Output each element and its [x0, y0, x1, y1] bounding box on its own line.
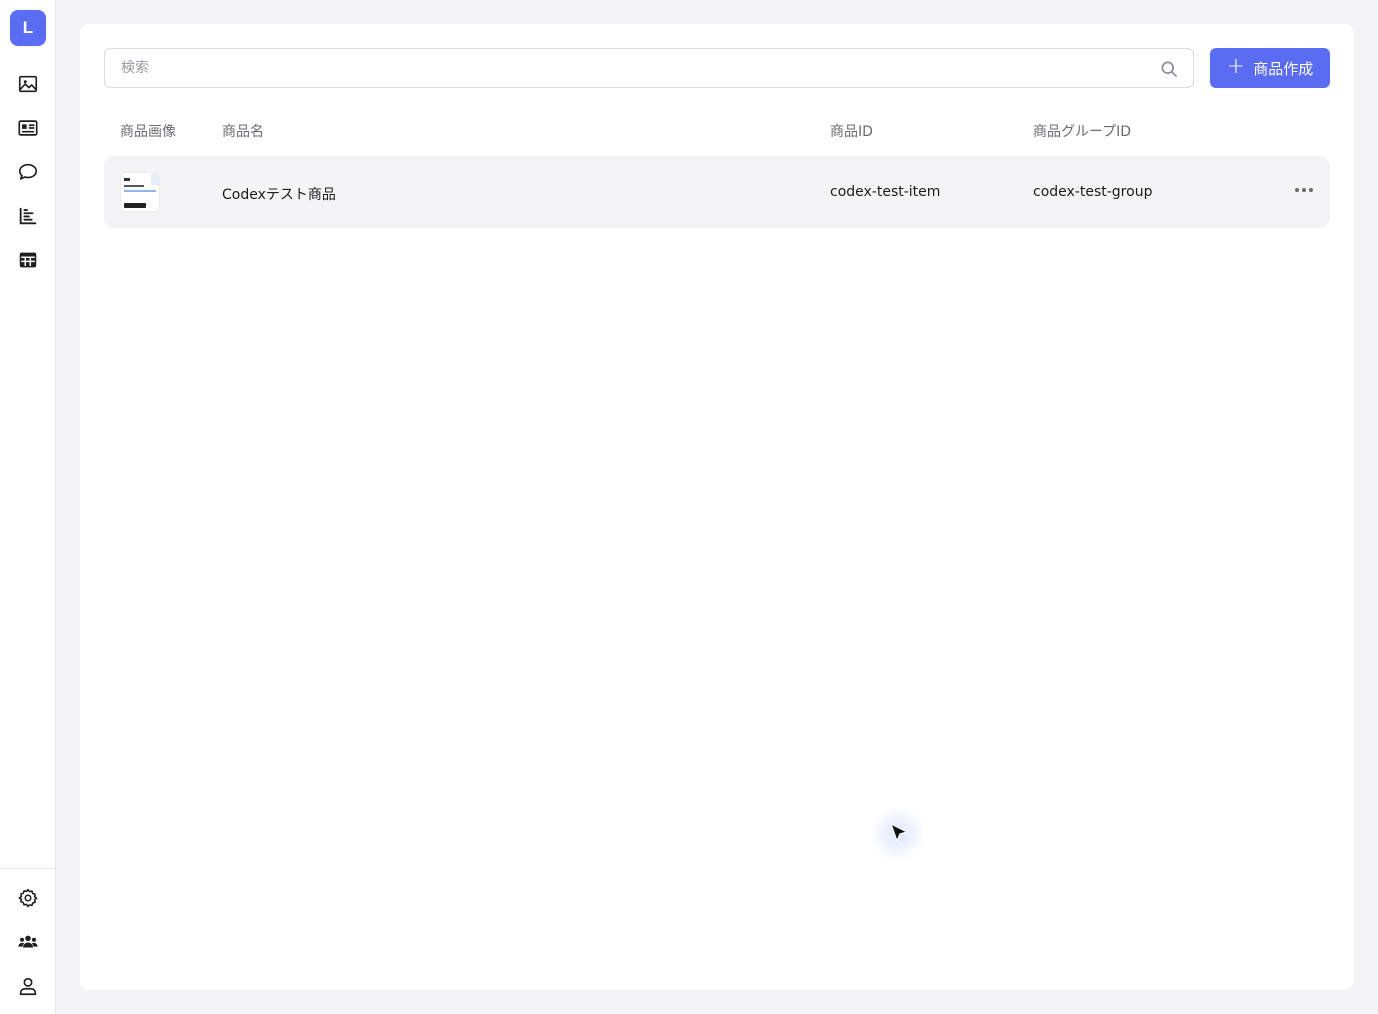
plus-icon: +	[1226, 54, 1246, 79]
chat-bubble-icon[interactable]	[14, 158, 42, 186]
table-row[interactable]: Codexテスト商品 codex-test-item codex-test-gr…	[104, 156, 1330, 228]
product-group-id-cell: codex-test-group	[1033, 184, 1153, 200]
header-product-group-id: 商品グループID	[1033, 124, 1132, 140]
header-product-id: 商品ID	[830, 124, 873, 140]
sidebar-divider	[0, 868, 55, 869]
bar-chart-icon[interactable]	[14, 202, 42, 230]
workspace-avatar-button[interactable]: L	[10, 10, 46, 46]
mouse-cursor-icon	[890, 823, 908, 842]
user-icon[interactable]	[14, 972, 42, 1000]
users-icon[interactable]	[14, 928, 42, 956]
table-grid-icon[interactable]	[14, 246, 42, 274]
header-product-name: 商品名	[222, 124, 264, 140]
gear-icon[interactable]	[14, 884, 42, 912]
create-product-button[interactable]: + 商品作成	[1210, 48, 1330, 88]
product-list-card: + 商品作成 商品画像 商品名 商品ID 商品グループID Codexテスト商品…	[80, 24, 1354, 990]
more-options-icon[interactable]	[1292, 180, 1316, 200]
search-input[interactable]	[105, 49, 1193, 87]
search-icon[interactable]	[1159, 59, 1179, 79]
create-product-label: 商品作成	[1253, 59, 1314, 78]
header-product-image: 商品画像	[120, 124, 176, 140]
search-box	[104, 48, 1194, 88]
product-thumbnail	[120, 172, 160, 212]
product-id-cell: codex-test-item	[830, 184, 941, 200]
image-icon[interactable]	[14, 70, 42, 98]
sidebar: L	[0, 0, 56, 1014]
id-card-icon[interactable]	[14, 114, 42, 142]
product-name-cell: Codexテスト商品	[222, 187, 336, 203]
